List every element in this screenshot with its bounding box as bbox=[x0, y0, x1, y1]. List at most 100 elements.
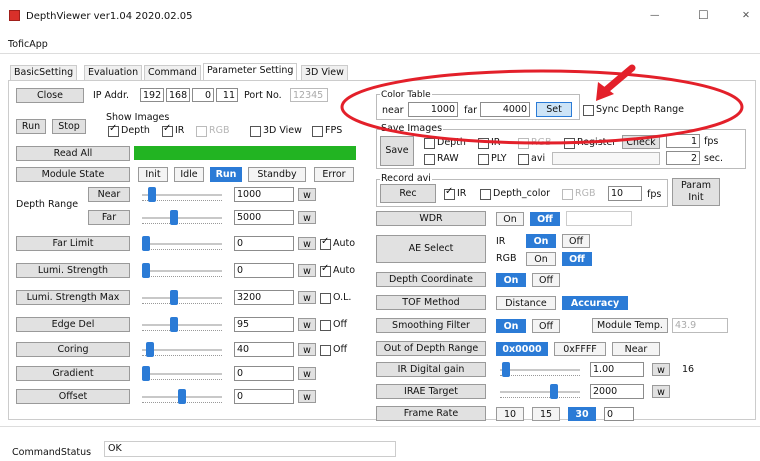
frame-rate-30-button[interactable]: 30 bbox=[568, 407, 596, 421]
module-idle-button[interactable]: Idle bbox=[174, 167, 204, 182]
ae-rgb-off-button[interactable]: Off bbox=[562, 252, 592, 266]
edge-del-button[interactable]: Edge Del bbox=[16, 317, 130, 332]
offset-write-button[interactable]: w bbox=[298, 390, 316, 403]
ct-set-button[interactable]: Set bbox=[536, 102, 572, 117]
far-limit-slider[interactable] bbox=[142, 235, 222, 253]
save-ir-checkbox[interactable]: IR bbox=[478, 137, 500, 149]
show-rgb-checkbox[interactable]: RGB bbox=[196, 125, 229, 137]
rec-fps-value[interactable]: 10 bbox=[608, 186, 642, 201]
smoothing-on-button[interactable]: On bbox=[496, 319, 526, 333]
save-depth-checkbox[interactable]: Depth bbox=[424, 137, 466, 149]
irae-target-value[interactable]: 2000 bbox=[590, 384, 644, 399]
save-fps-value[interactable]: 1 bbox=[666, 134, 700, 148]
coring-button[interactable]: Coring bbox=[16, 342, 130, 357]
smoothing-filter-button[interactable]: Smoothing Filter bbox=[376, 318, 486, 333]
save-sec-value[interactable]: 2 bbox=[666, 151, 700, 165]
far-button[interactable]: Far bbox=[88, 210, 130, 225]
near-button[interactable]: Near bbox=[88, 187, 130, 202]
smoothing-off-button[interactable]: Off bbox=[532, 319, 560, 333]
ip-field-2[interactable]: 168 bbox=[166, 88, 190, 102]
read-all-button[interactable]: Read All bbox=[16, 146, 130, 161]
save-avi-checkbox[interactable]: avi bbox=[518, 153, 545, 165]
ip-field-3[interactable]: 0 bbox=[192, 88, 214, 102]
lumi-strength-value[interactable]: 0 bbox=[234, 263, 294, 278]
show-fps-checkbox[interactable]: FPS bbox=[312, 125, 342, 137]
far-value[interactable]: 5000 bbox=[234, 210, 294, 225]
check-button[interactable]: Check bbox=[622, 135, 660, 149]
offset-button[interactable]: Offset bbox=[16, 389, 130, 404]
ae-select-button[interactable]: AE Select bbox=[376, 235, 486, 263]
save-rgb-checkbox[interactable]: RGB bbox=[518, 137, 551, 149]
irae-target-button[interactable]: IRAE Target bbox=[376, 384, 486, 399]
irae-target-slider[interactable] bbox=[500, 383, 580, 401]
depth-coordinate-button[interactable]: Depth Coordinate bbox=[376, 272, 486, 287]
wdr-button[interactable]: WDR bbox=[376, 211, 486, 226]
rec-rgb-checkbox[interactable]: RGB bbox=[562, 188, 595, 200]
coring-value[interactable]: 40 bbox=[234, 342, 294, 357]
coring-write-button[interactable]: w bbox=[298, 343, 316, 356]
lumi-strength-max-button[interactable]: Lumi. Strength Max bbox=[16, 290, 130, 305]
tab-3d-view[interactable]: 3D View bbox=[301, 65, 348, 80]
tab-basic-setting[interactable]: BasicSetting bbox=[10, 65, 78, 80]
stop-button[interactable]: Stop bbox=[52, 119, 86, 134]
ae-ir-on-button[interactable]: On bbox=[526, 234, 556, 248]
lumi-strength-max-slider[interactable] bbox=[142, 289, 222, 307]
tab-evaluation[interactable]: Evaluation bbox=[84, 65, 143, 80]
ir-gain-write-button[interactable]: w bbox=[652, 363, 670, 376]
lumi-strength-write-button[interactable]: w bbox=[298, 264, 316, 277]
near-value[interactable]: 1000 bbox=[234, 187, 294, 202]
port-field[interactable]: 12345 bbox=[290, 88, 328, 102]
edge-del-value[interactable]: 95 bbox=[234, 317, 294, 332]
lumi-strength-max-value[interactable]: 3200 bbox=[234, 290, 294, 305]
tof-method-button[interactable]: TOF Method bbox=[376, 295, 486, 310]
ir-digital-gain-button[interactable]: IR Digital gain bbox=[376, 362, 486, 377]
depth-coord-off-button[interactable]: Off bbox=[532, 273, 560, 287]
far-write-button[interactable]: w bbox=[298, 211, 316, 224]
close-button[interactable]: Close bbox=[16, 88, 84, 103]
near-slider[interactable] bbox=[142, 186, 222, 204]
close-icon[interactable]: ✕ bbox=[742, 10, 750, 22]
run-button[interactable]: Run bbox=[16, 119, 46, 134]
save-button[interactable]: Save bbox=[380, 136, 414, 166]
show-3dview-checkbox[interactable]: 3D View bbox=[250, 125, 302, 137]
ct-far-value[interactable]: 4000 bbox=[480, 102, 530, 117]
minimize-icon[interactable]: — bbox=[650, 10, 660, 22]
far-limit-button[interactable]: Far Limit bbox=[16, 236, 130, 251]
gradient-write-button[interactable]: w bbox=[298, 367, 316, 380]
module-error-button[interactable]: Error bbox=[314, 167, 354, 182]
module-temp-button[interactable]: Module Temp. bbox=[592, 318, 668, 333]
rec-depth-color-checkbox[interactable]: Depth_color bbox=[480, 188, 550, 200]
far-slider[interactable] bbox=[142, 209, 222, 227]
edge-del-slider[interactable] bbox=[142, 316, 222, 334]
gradient-slider[interactable] bbox=[142, 365, 222, 383]
offset-slider[interactable] bbox=[142, 388, 222, 406]
ae-rgb-on-button[interactable]: On bbox=[526, 252, 556, 266]
ae-ir-off-button[interactable]: Off bbox=[562, 234, 590, 248]
coring-slider[interactable] bbox=[142, 341, 222, 359]
edge-del-write-button[interactable]: w bbox=[298, 318, 316, 331]
module-run-button[interactable]: Run bbox=[210, 167, 242, 182]
save-path-field[interactable] bbox=[552, 152, 660, 165]
far-limit-auto-checkbox[interactable]: Auto bbox=[320, 236, 355, 250]
tof-distance-button[interactable]: Distance bbox=[496, 296, 556, 310]
frame-rate-15-button[interactable]: 15 bbox=[532, 407, 560, 421]
module-init-button[interactable]: Init bbox=[138, 167, 168, 182]
ct-near-value[interactable]: 1000 bbox=[408, 102, 458, 117]
gradient-value[interactable]: 0 bbox=[234, 366, 294, 381]
coring-off-checkbox[interactable]: Off bbox=[320, 344, 347, 356]
out-depth-near-button[interactable]: Near bbox=[612, 342, 660, 356]
lumi-strength-slider[interactable] bbox=[142, 262, 222, 280]
far-limit-write-button[interactable]: w bbox=[298, 237, 316, 250]
maximize-icon[interactable]: ☐ bbox=[698, 9, 709, 21]
lumi-max-write-button[interactable]: w bbox=[298, 291, 316, 304]
irae-write-button[interactable]: w bbox=[652, 385, 670, 398]
offset-value[interactable]: 0 bbox=[234, 389, 294, 404]
save-register-checkbox[interactable]: Register bbox=[564, 137, 616, 149]
sync-depth-range-checkbox[interactable]: Sync Depth Range bbox=[583, 104, 684, 116]
far-limit-value[interactable]: 0 bbox=[234, 236, 294, 251]
param-init-button[interactable]: Param Init bbox=[672, 178, 720, 206]
save-raw-checkbox[interactable]: RAW bbox=[424, 153, 459, 165]
ip-field-1[interactable]: 192 bbox=[140, 88, 164, 102]
gradient-button[interactable]: Gradient bbox=[16, 366, 130, 381]
lumi-strength-button[interactable]: Lumi. Strength bbox=[16, 263, 130, 278]
